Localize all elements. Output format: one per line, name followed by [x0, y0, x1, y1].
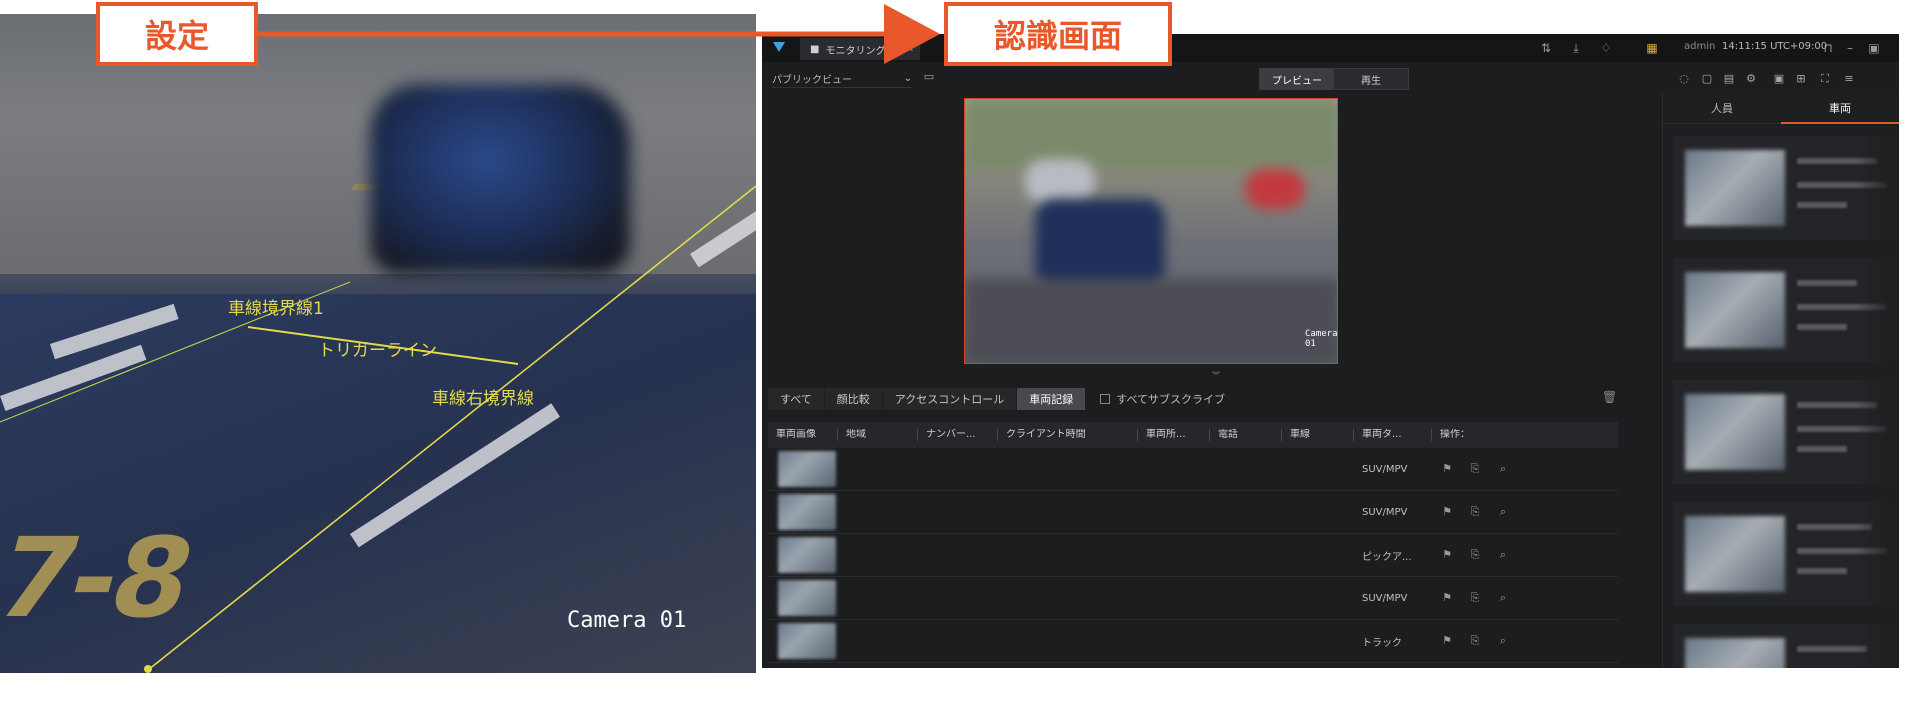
composite-figure: 7-8 車線境界線1 トリガーライン 車線右境界線 Camera 01 ■ モニ… [0, 0, 1919, 701]
arrow-connector [258, 4, 940, 64]
arrow-head [884, 4, 940, 64]
callout-recognition: 認識画面 [944, 2, 1172, 66]
callout-settings: 設定 [96, 2, 258, 66]
